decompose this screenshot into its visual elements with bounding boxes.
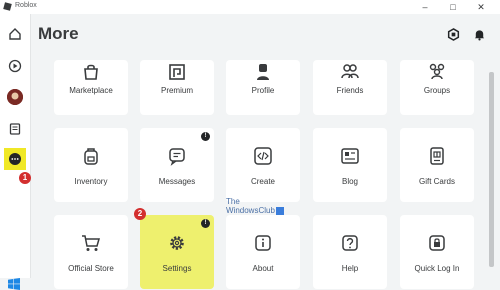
sidebar-discover[interactable]	[5, 56, 25, 76]
tile-label: Settings	[162, 264, 192, 273]
cart-icon	[82, 235, 100, 251]
blog-icon	[341, 148, 359, 164]
scrollbar-thumb[interactable]	[489, 72, 494, 267]
play-icon	[8, 59, 22, 73]
tile-label: About	[252, 264, 274, 273]
watermark-logo-icon	[275, 206, 284, 215]
tile-label: Quick Log In	[414, 264, 460, 273]
tile-marketplace[interactable]: Marketplace	[54, 60, 128, 115]
sidebar	[0, 14, 31, 290]
maximize-button[interactable]: □	[443, 1, 463, 13]
bag-icon	[84, 64, 98, 80]
notification-badge: !	[201, 219, 210, 228]
callout-step-1: 1	[19, 172, 31, 184]
tile-create[interactable]: Create	[226, 128, 300, 202]
tile-label: Create	[250, 177, 275, 186]
minimize-button[interactable]: –	[415, 1, 435, 13]
tile-groups[interactable]: Groups	[400, 60, 474, 115]
sidebar-charts[interactable]	[5, 119, 25, 139]
watermark-line-1: The	[226, 197, 240, 206]
tile-label: Help	[341, 264, 359, 273]
lock-icon	[429, 235, 445, 251]
sidebar-more[interactable]	[4, 148, 26, 170]
callout-step-2: 2	[134, 208, 146, 220]
tile-friends[interactable]: Friends	[313, 60, 387, 115]
person-icon	[257, 64, 269, 80]
code-icon	[254, 147, 272, 165]
home-icon	[9, 28, 21, 40]
more-dots-icon	[9, 153, 21, 165]
gear-icon	[170, 236, 184, 250]
tile-blog[interactable]: Blog	[313, 128, 387, 202]
message-icon	[169, 148, 185, 166]
tile-label: Messages	[158, 177, 196, 186]
tile-gift-cards[interactable]: Gift Cards	[400, 128, 474, 202]
tile-inventory[interactable]: Inventory	[54, 128, 128, 202]
tile-label: Friends	[336, 86, 364, 95]
premium-icon	[169, 64, 185, 80]
tile-profile[interactable]: Profile	[226, 60, 300, 115]
gift-card-icon	[430, 147, 444, 165]
sidebar-home[interactable]	[5, 24, 25, 44]
robux-icon	[447, 27, 459, 41]
roblox-logo-icon	[3, 2, 12, 11]
tile-label: Official Store	[68, 264, 114, 273]
windows-start-icon[interactable]	[8, 278, 20, 290]
notification-badge: !	[201, 132, 210, 141]
tile-premium[interactable]: Premium	[140, 60, 214, 115]
backpack-icon	[84, 148, 98, 165]
help-icon	[342, 235, 358, 251]
page-title: More	[38, 24, 79, 43]
list-icon	[9, 123, 21, 135]
tile-label: Marketplace	[69, 86, 113, 95]
watermark: The WindowsClub	[226, 197, 284, 215]
tile-label: Groups	[423, 86, 451, 95]
avatar-icon	[7, 89, 23, 105]
notifications-button[interactable]	[472, 27, 486, 41]
tile-messages[interactable]: ! Messages	[140, 128, 214, 202]
close-button[interactable]: ✕	[471, 1, 491, 13]
info-icon	[255, 235, 271, 251]
robux-button[interactable]	[446, 27, 460, 41]
tile-label: Profile	[251, 86, 275, 95]
tile-label: Inventory	[74, 177, 108, 186]
tile-label: Gift Cards	[418, 177, 455, 186]
tile-label: Blog	[341, 177, 358, 186]
groups-icon	[429, 63, 445, 80]
tile-label: Premium	[160, 86, 193, 95]
title-bar: Roblox – □ ✕	[0, 0, 500, 14]
sidebar-avatar[interactable]	[7, 89, 23, 105]
friends-icon	[341, 64, 359, 79]
watermark-line-2: WindowsClub	[226, 206, 275, 215]
bell-icon	[474, 29, 484, 41]
window-title: Roblox	[15, 2, 37, 9]
